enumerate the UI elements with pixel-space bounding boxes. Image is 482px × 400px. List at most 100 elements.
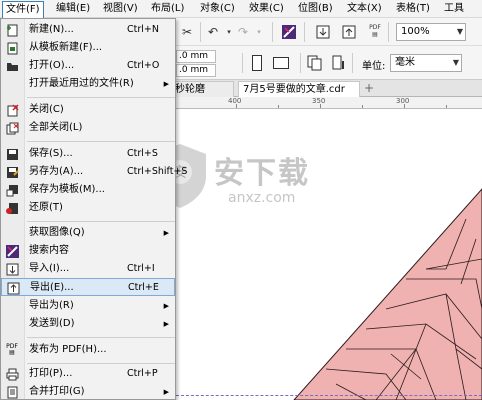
toolbar-separator bbox=[272, 22, 273, 42]
menu-item-shortcut: Ctrl+E bbox=[128, 282, 159, 293]
save-icon bbox=[5, 147, 19, 161]
menu-item-acquire-image[interactable]: 获取图像(Q) ▶ bbox=[1, 224, 175, 242]
menu-item-merge-print[interactable]: 合并打印(G) ▶ bbox=[1, 383, 175, 400]
menu-item-close-all[interactable]: 全部关闭(L) bbox=[1, 119, 175, 137]
menu-item-label: 新建(N)... bbox=[29, 24, 74, 35]
print-icon bbox=[5, 367, 19, 381]
add-tab-icon[interactable]: + bbox=[362, 81, 376, 96]
portrait-page-icon[interactable] bbox=[248, 54, 266, 72]
menu-item-save[interactable]: 保存(S)... Ctrl+S bbox=[1, 145, 175, 163]
menu-item-label: 导入(I)... bbox=[29, 263, 70, 274]
ruler-label: 400 bbox=[228, 97, 242, 105]
menu-item-send-to[interactable]: 发送到(D) ▶ bbox=[1, 315, 175, 333]
menu-item-label: 合并打印(G) bbox=[29, 386, 85, 397]
new-document-icon bbox=[5, 23, 19, 37]
menu-view[interactable]: 视图(V) bbox=[100, 1, 141, 17]
menu-separator bbox=[27, 97, 175, 98]
submenu-arrow-icon: ▶ bbox=[163, 229, 169, 237]
height-field[interactable]: .0 mm bbox=[176, 64, 216, 77]
menu-item-label: 发送到(D) bbox=[29, 318, 75, 329]
unit-label: 单位: bbox=[362, 61, 386, 72]
publish-pdf-icon[interactable]: PDF ▤ bbox=[366, 22, 384, 40]
menu-object[interactable]: 对象(C) bbox=[197, 1, 238, 17]
menu-item-shortcut: Ctrl+O bbox=[127, 60, 160, 71]
menu-edit[interactable]: 编辑(E) bbox=[53, 1, 93, 17]
watermark-subtitle: anxz.com bbox=[228, 190, 296, 206]
menu-item-label: 全部关闭(L) bbox=[29, 122, 83, 133]
menu-file[interactable]: 文件(F) bbox=[2, 1, 44, 19]
menu-item-shortcut: Ctrl+S bbox=[127, 148, 158, 159]
menu-item-label: 打开最近用过的文件(R) bbox=[29, 78, 134, 89]
zoom-level-select[interactable]: 100% ▼ bbox=[396, 23, 466, 41]
import-icon[interactable] bbox=[314, 23, 332, 41]
menu-effects[interactable]: 效果(C) bbox=[246, 1, 287, 17]
menu-item-shortcut: Ctrl+I bbox=[127, 263, 155, 274]
coreldraw-window: 文件(F) 编辑(E) 视图(V) 布局(L) 对象(C) 效果(C) 位图(B… bbox=[0, 0, 482, 400]
menu-item-shortcut: Ctrl+N bbox=[127, 24, 159, 35]
menu-item-export[interactable]: 导出(E)... Ctrl+E bbox=[1, 278, 175, 296]
toolbar-separator bbox=[200, 22, 201, 42]
submenu-arrow-icon: ▶ bbox=[163, 388, 169, 396]
close-document-icon bbox=[5, 103, 19, 117]
horizontal-ruler: 400 350 300 bbox=[176, 97, 482, 109]
menu-item-print[interactable]: 打印(P)... Ctrl+P bbox=[1, 365, 175, 383]
unit-select[interactable]: 毫米 ▼ bbox=[390, 54, 462, 72]
menu-item-label: 从模板新建(F)... bbox=[29, 42, 103, 53]
cut-icon[interactable]: ✂ bbox=[178, 23, 196, 41]
menu-item-label: 导出为(R) bbox=[29, 300, 74, 311]
pdf-label: PDF bbox=[369, 24, 381, 31]
menu-item-save-as[interactable]: 另存为(A)... Ctrl+Shift+S bbox=[1, 163, 187, 181]
menu-table[interactable]: 表格(T) bbox=[393, 1, 433, 17]
menu-item-label: 打印(P)... bbox=[29, 368, 73, 379]
all-pages-icon[interactable] bbox=[306, 54, 324, 72]
submenu-arrow-icon: ▶ bbox=[163, 320, 169, 328]
document-tab-bar: 秒轮磨片.cdr 7月5号要做的文章.cdr + bbox=[170, 80, 482, 110]
menu-text[interactable]: 文本(X) bbox=[344, 1, 385, 17]
menu-item-revert[interactable]: 还原(T) bbox=[1, 199, 175, 217]
menu-item-open[interactable]: 打开(O)... Ctrl+O bbox=[1, 57, 175, 75]
tab-document-2[interactable]: 7月5号要做的文章.cdr bbox=[238, 81, 360, 97]
new-from-template-icon bbox=[5, 41, 19, 55]
zoom-level-value: 100% bbox=[401, 26, 430, 37]
search-content-icon bbox=[5, 244, 19, 258]
menu-item-new-from-template[interactable]: 从模板新建(F)... bbox=[1, 39, 175, 57]
toolbar-separator bbox=[388, 22, 389, 42]
menu-item-publish-pdf[interactable]: PDF ▤ 发布为 PDF(H)... bbox=[1, 341, 175, 359]
menu-item-close[interactable]: 关闭(C) bbox=[1, 101, 175, 119]
tab-document-1[interactable]: 秒轮磨片.cdr bbox=[170, 81, 234, 110]
watermark-title: 安下载 bbox=[214, 156, 310, 191]
revert-icon bbox=[5, 201, 19, 215]
current-page-icon[interactable] bbox=[330, 54, 348, 72]
menu-item-open-recent[interactable]: 打开最近用过的文件(R) ▶ bbox=[1, 75, 175, 93]
toolbar-separator bbox=[304, 22, 305, 42]
menu-item-new[interactable]: 新建(N)... Ctrl+N bbox=[1, 21, 175, 39]
width-field[interactable]: .0 mm bbox=[176, 50, 216, 63]
landscape-page-icon[interactable] bbox=[272, 54, 290, 72]
chevron-down-icon: ▼ bbox=[456, 27, 463, 36]
ruler-tick bbox=[404, 104, 405, 108]
menu-item-label: 保存(S)... bbox=[29, 148, 73, 159]
menu-item-shortcut: Ctrl+Shift+S bbox=[127, 166, 188, 177]
menu-item-label: 导出(E)... bbox=[30, 282, 74, 293]
pdf-icon: PDF ▤ bbox=[6, 343, 18, 356]
menu-separator bbox=[27, 337, 175, 338]
export-icon[interactable] bbox=[340, 23, 358, 41]
redo-dropdown-icon[interactable]: ▾ bbox=[250, 23, 268, 41]
menu-tools[interactable]: 工具(O) bbox=[441, 1, 482, 30]
standard-toolbar: ✂ ↶ ▾ ↷ ▾ PDF ▤ 100% ▼ bbox=[176, 18, 482, 46]
merge-print-icon bbox=[5, 385, 19, 399]
toolbar-separator bbox=[300, 53, 301, 73]
menu-item-import[interactable]: 导入(I)... Ctrl+I bbox=[1, 260, 175, 278]
import-icon bbox=[5, 262, 19, 276]
page-border bbox=[176, 395, 482, 396]
menu-item-search-content[interactable]: 搜索内容 bbox=[1, 242, 175, 260]
menu-item-save-as-template[interactable]: 保存为模板(M)... bbox=[1, 181, 175, 199]
submenu-arrow-icon: ▶ bbox=[163, 302, 169, 310]
menu-bitmap[interactable]: 位图(B) bbox=[295, 1, 336, 17]
ruler-tick bbox=[278, 105, 279, 108]
search-content-icon[interactable] bbox=[280, 23, 298, 41]
menu-item-label: 另存为(A)... bbox=[29, 166, 84, 177]
chevron-down-icon: ▼ bbox=[452, 58, 459, 67]
menu-item-export-as[interactable]: 导出为(R) ▶ bbox=[1, 297, 175, 315]
menu-layout[interactable]: 布局(L) bbox=[148, 1, 187, 17]
